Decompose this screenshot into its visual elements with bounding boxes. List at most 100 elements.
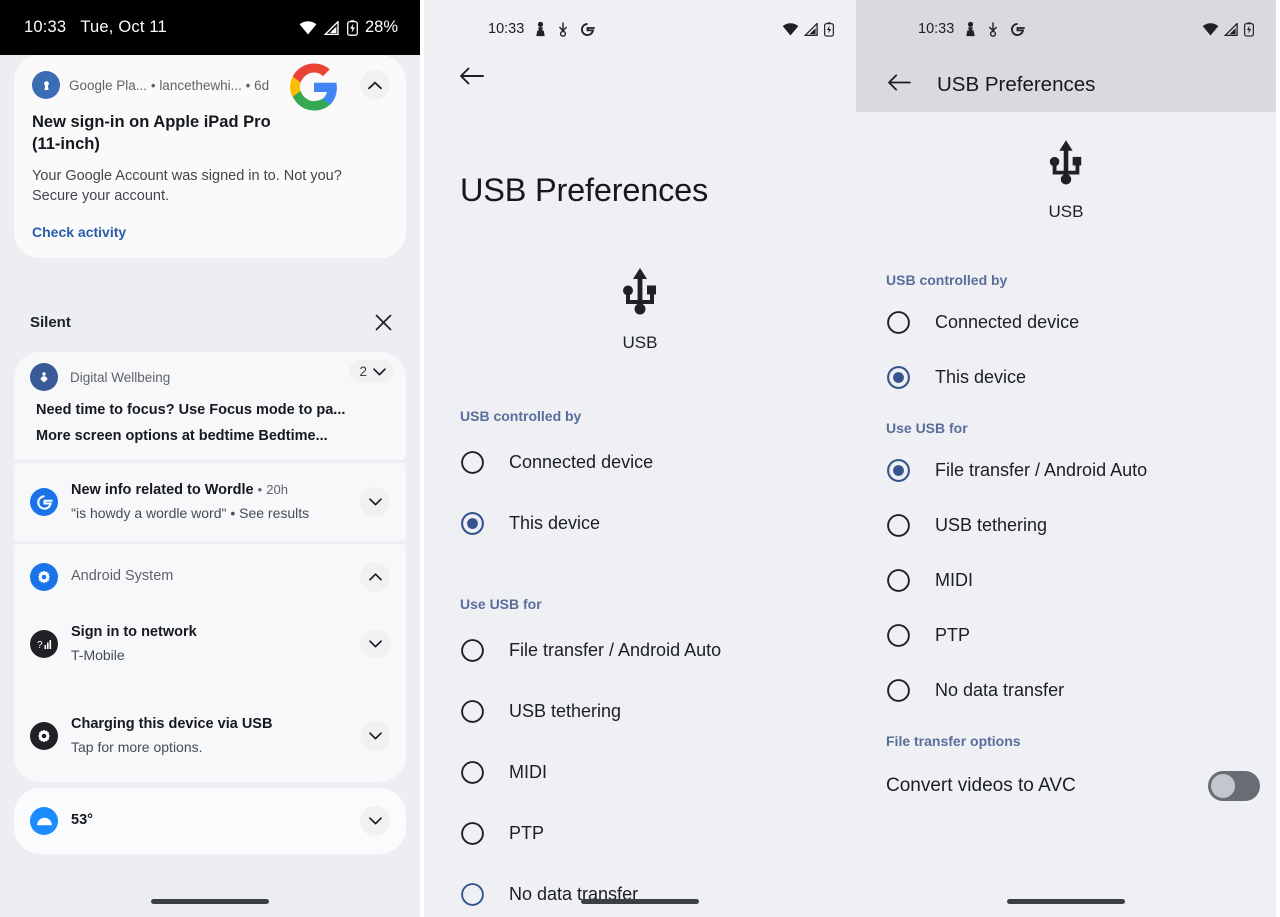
section-header-usb-controlled-by: USB controlled by — [886, 272, 1008, 288]
radio-label: PTP — [509, 823, 545, 843]
charging-subtitle: Tap for more options. — [71, 738, 203, 755]
notification-age: 6d — [254, 77, 270, 93]
notification-group-digital-wellbeing[interactable]: Digital Wellbeing 2 Need time to focus? … — [14, 352, 406, 460]
group-app-name: Digital Wellbeing — [70, 369, 171, 385]
status-date: Tue, Oct 11 — [80, 18, 167, 36]
radio-label: USB tethering — [509, 701, 622, 721]
expand-notification-button[interactable] — [360, 721, 390, 752]
notification-row[interactable]: 53° — [14, 788, 406, 854]
download-arrow-icon — [559, 21, 568, 37]
radio-option-usb-tethering[interactable]: USB tethering — [460, 699, 836, 724]
radio-option-this-device[interactable]: This device — [886, 365, 1260, 390]
page-title: USB Preferences — [460, 172, 709, 208]
radio-option-usb-tethering[interactable]: USB tethering — [886, 513, 1260, 538]
notification-subtitle: "is howdy a wordle word" • See results — [71, 504, 310, 521]
setting-convert-videos-to-avc[interactable]: Convert videos to AVC — [886, 771, 1260, 801]
arrow-left-icon — [460, 67, 484, 85]
section-header-use-usb-for: Use USB for — [886, 420, 968, 436]
notification-wordle[interactable]: New info related to Wordle • 20h "is how… — [14, 463, 406, 542]
setting-label: Convert videos to AVC — [886, 775, 1076, 796]
radio-unchecked-icon — [461, 761, 484, 784]
silent-label: Silent — [30, 313, 71, 331]
status-bar-left: 10:33 — [488, 21, 596, 37]
chevron-down-icon — [368, 640, 382, 648]
radio-checked-icon — [887, 459, 910, 482]
battery-charging-icon — [347, 19, 358, 36]
group-count: 2 — [359, 364, 367, 379]
back-button[interactable] — [460, 66, 484, 91]
toggle-knob — [1211, 774, 1235, 798]
wordle-age: 20h — [266, 482, 288, 497]
usb-emblem-label: USB — [1048, 202, 1084, 221]
status-bar-left: 10:33 Tue, Oct 11 — [24, 18, 167, 37]
radio-unchecked-icon — [887, 569, 910, 592]
notification-app-name: Google Pla... — [69, 77, 148, 93]
group-header: Digital Wellbeing 2 — [14, 352, 406, 397]
notification-weather[interactable]: 53° — [14, 788, 406, 855]
three-screenshot-strip: 10:33 Tue, Oct 11 28% Google Pla... • la… — [0, 0, 1280, 917]
notification-meta: Google Pla... • lancethewhi... • 6d — [69, 78, 269, 93]
radio-option-ptp[interactable]: PTP — [460, 821, 836, 846]
back-button[interactable] — [888, 73, 911, 97]
home-indicator[interactable] — [1007, 899, 1125, 904]
weather-temp: 53° — [71, 812, 93, 829]
radio-option-file-transfer[interactable]: File transfer / Android Auto — [460, 638, 836, 663]
status-bar-right — [1202, 21, 1254, 37]
convert-videos-toggle[interactable] — [1208, 771, 1260, 801]
notification-row[interactable]: New info related to Wordle • 20h "is how… — [14, 463, 406, 541]
group-line: More screen options at bedtime Bedtime..… — [36, 428, 328, 444]
collapse-notification-button[interactable] — [360, 70, 390, 100]
cellular-signal-icon — [804, 22, 818, 36]
radio-option-connected-device[interactable]: Connected device — [460, 450, 836, 475]
notification-charging-via-usb[interactable]: Charging this device via USB Tap for mor… — [14, 690, 406, 782]
radio-unchecked-icon — [887, 624, 910, 647]
battery-percent: 28% — [364, 18, 398, 36]
status-time: 10:33 — [488, 21, 525, 37]
radio-label: USB tethering — [935, 515, 1048, 535]
notification-sign-in-to-network[interactable]: ? Sign in to network T-Mobile — [14, 598, 406, 690]
radio-option-connected-device[interactable]: Connected device — [886, 310, 1260, 335]
expand-notification-button[interactable] — [360, 806, 390, 837]
svg-text:?: ? — [37, 640, 43, 651]
home-indicator[interactable] — [581, 899, 699, 904]
expand-notification-button[interactable] — [360, 629, 390, 660]
status-bar-left: 10:33 — [918, 21, 1026, 37]
close-icon[interactable] — [375, 314, 392, 331]
charging-title: Charging this device via USB — [71, 716, 273, 733]
silent-notification-stack: Digital Wellbeing 2 Need time to focus? … — [14, 352, 406, 855]
battery-charging-icon — [1244, 21, 1254, 37]
expand-notification-button[interactable] — [360, 487, 390, 518]
cellular-signal-icon — [323, 20, 339, 35]
android-system-header[interactable]: Android System — [14, 544, 406, 598]
radio-option-no-data-transfer[interactable]: No data transfer — [886, 678, 1260, 703]
radio-option-midi[interactable]: MIDI — [460, 760, 836, 785]
google-g-icon — [1011, 22, 1026, 36]
collapse-group-button[interactable] — [360, 562, 390, 593]
check-activity-link[interactable]: Check activity — [32, 224, 388, 240]
notification-group-android-system[interactable]: Android System ? Sign in to network T-Mo… — [14, 544, 406, 783]
wordle-title: New info related to Wordle — [71, 482, 254, 498]
group-count-toggle[interactable]: 2 — [349, 360, 394, 383]
android-settings-gear-icon — [30, 563, 58, 592]
radio-unchecked-icon — [887, 514, 910, 537]
radio-unchecked-icon — [887, 311, 910, 334]
radio-option-this-device[interactable]: This device — [460, 511, 836, 536]
radio-option-midi[interactable]: MIDI — [886, 568, 1260, 593]
section-header-file-transfer-options: File transfer options — [886, 733, 1021, 749]
radio-label: Connected device — [935, 312, 1080, 332]
usb-icon — [623, 268, 656, 315]
radio-unchecked-icon — [887, 679, 910, 702]
status-bar: 10:33 Tue, Oct 11 28% — [0, 0, 420, 55]
wifi-icon — [1202, 22, 1219, 36]
notification-card-google-play[interactable]: Google Pla... • lancethewhi... • 6d New … — [14, 55, 406, 259]
android-system-label: Android System — [71, 568, 174, 585]
notification-body: Your Google Account was signed in to. No… — [32, 167, 342, 204]
home-indicator[interactable] — [151, 899, 269, 904]
radio-option-ptp[interactable]: PTP — [886, 623, 1260, 648]
notification-header: Google Pla... • lancethewhi... • 6d — [32, 63, 390, 111]
collapsed-toolbar: 10:33 USB Preferences — [856, 0, 1276, 112]
status-bar-right — [782, 21, 834, 37]
radio-unchecked-icon — [461, 822, 484, 845]
meta-separator-2: • — [245, 77, 251, 93]
radio-option-file-transfer[interactable]: File transfer / Android Auto — [886, 458, 1260, 483]
